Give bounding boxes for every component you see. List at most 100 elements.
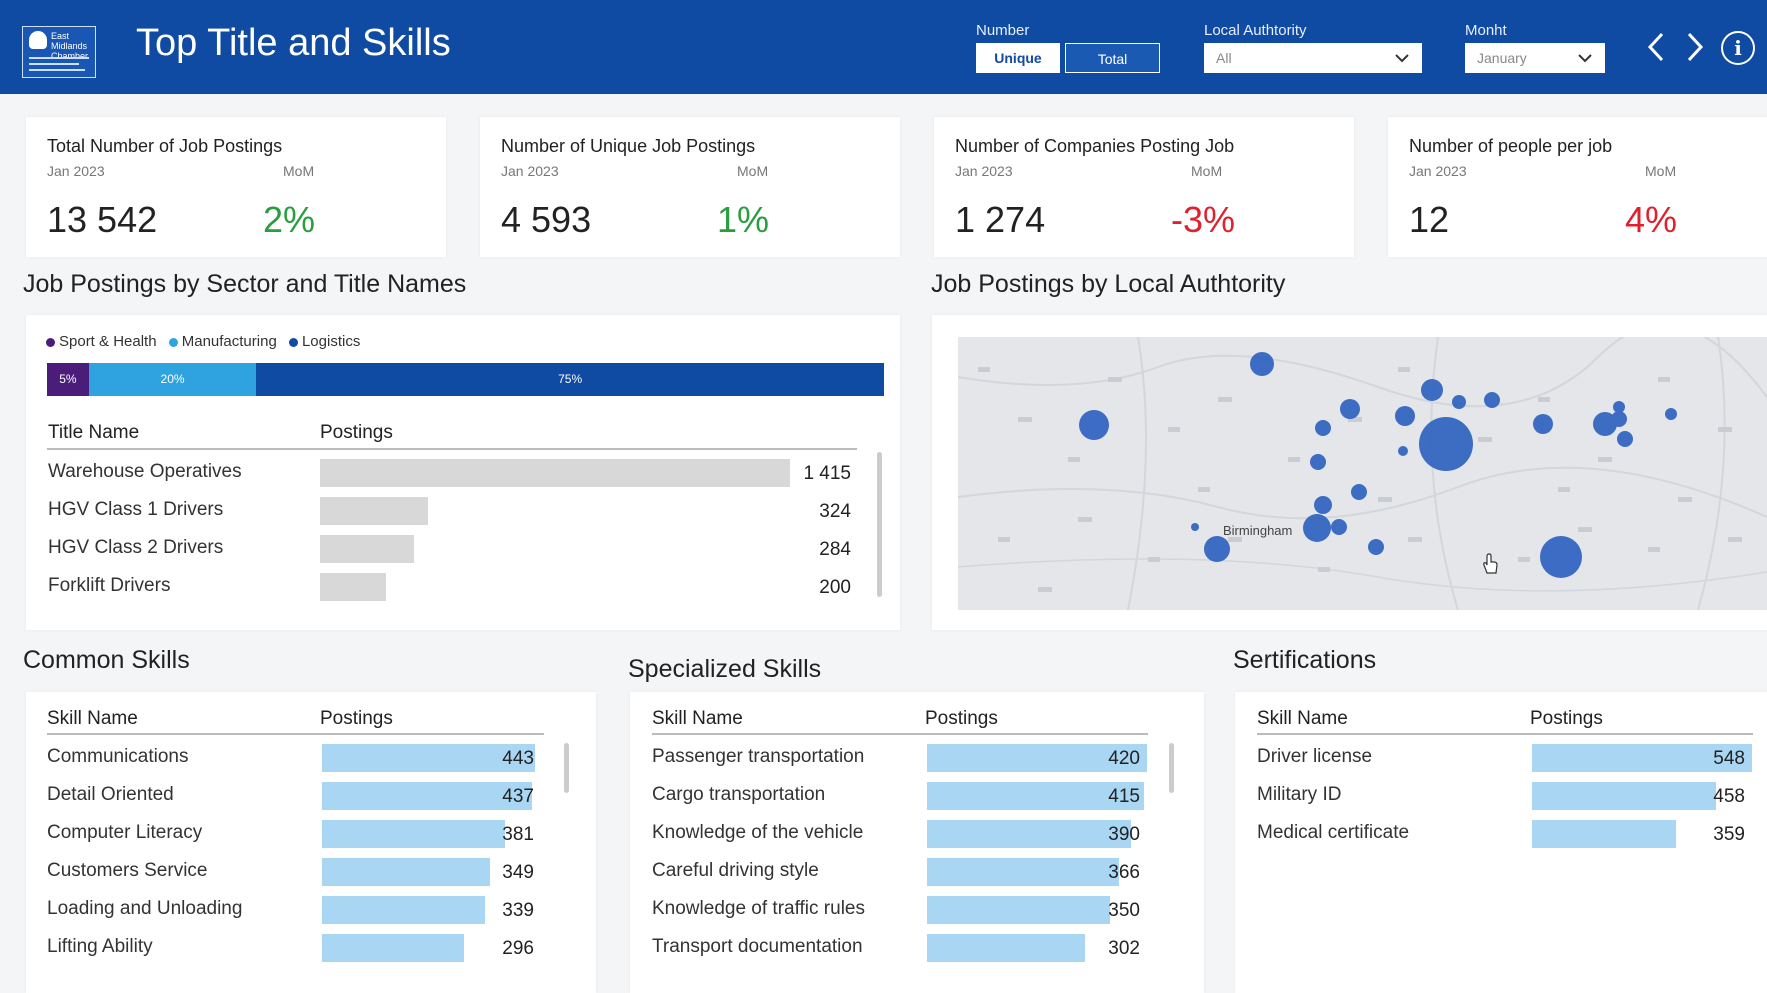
scrollbar[interactable] xyxy=(877,452,882,597)
kpi-value: 12 xyxy=(1409,199,1450,240)
row-label: Cargo transportation xyxy=(652,784,826,805)
chevron-left-icon[interactable] xyxy=(1645,30,1667,70)
kpi-period: Jan 2023 xyxy=(47,163,105,179)
legend-label: Sport & Health xyxy=(59,333,157,350)
postings-header: Postings xyxy=(320,422,393,443)
row-label: Customers Service xyxy=(47,860,208,881)
map-background xyxy=(958,337,1767,610)
row-label: Communications xyxy=(47,746,189,767)
row-bar[interactable] xyxy=(320,497,428,525)
header-bar: East Midlands Chamber Top Title and Skil… xyxy=(0,0,1767,94)
chevron-down-icon xyxy=(1394,43,1410,83)
row-value: 415 xyxy=(1108,786,1140,807)
sector-share-segment[interactable]: 5% xyxy=(47,363,89,396)
row-label: Passenger transportation xyxy=(652,746,865,767)
row-value: 458 xyxy=(1713,786,1745,807)
postings-header: Postings xyxy=(320,708,393,729)
legend-dot xyxy=(168,337,178,347)
total-toggle-button[interactable]: Total xyxy=(1065,43,1160,73)
kpi-mom-label: MoM xyxy=(283,163,315,179)
kpi-card-unique-postings: Number of Unique Job Postings Jan 2023 M… xyxy=(480,117,900,257)
unique-toggle-button[interactable]: Unique xyxy=(976,43,1060,73)
hand-cursor-icon xyxy=(1481,553,1499,580)
scrollbar[interactable] xyxy=(564,743,569,793)
kpi-card-people-per-job: Number of people per job Jan 2023 MoM 12… xyxy=(1388,117,1767,257)
header-divider xyxy=(652,733,1148,735)
row-value: 381 xyxy=(502,824,534,845)
local-authority-value: All xyxy=(1216,50,1232,66)
legend-item[interactable]: Sport & Health xyxy=(46,333,157,350)
kpi-card-total-postings: Total Number of Job Postings Jan 2023 Mo… xyxy=(26,117,446,257)
title-name-header: Title Name xyxy=(48,422,140,443)
legend-item[interactable]: Manufacturing xyxy=(168,333,277,350)
row-value: 339 xyxy=(502,900,534,921)
map-city-label: Birmingham xyxy=(1223,523,1292,538)
row-label: Computer Literacy xyxy=(47,822,203,843)
kpi-card-companies: Number of Companies Posting Job Jan 2023… xyxy=(934,117,1354,257)
row-label: Driver license xyxy=(1257,746,1373,767)
row-label: Medical certificate xyxy=(1257,822,1410,843)
row-value: 1 415 xyxy=(803,463,851,484)
row-bar[interactable] xyxy=(927,934,1086,962)
kpi-period: Jan 2023 xyxy=(501,163,559,179)
kpi-mom-value: -3% xyxy=(1171,199,1236,240)
header-divider xyxy=(47,448,857,450)
row-label: HGV Class 1 Drivers xyxy=(48,499,224,520)
logo-line xyxy=(29,57,89,59)
kpi-title: Number of people per job xyxy=(1409,136,1613,156)
sector-legend: Sport & Health Manufacturing Logistics xyxy=(46,333,368,350)
kpi-period: Jan 2023 xyxy=(1409,163,1467,179)
row-value: 349 xyxy=(502,862,534,883)
row-bar[interactable] xyxy=(1532,820,1677,848)
row-value: 443 xyxy=(502,748,534,769)
row-value: 390 xyxy=(1108,824,1140,845)
row-label: Careful driving style xyxy=(652,860,819,881)
info-icon[interactable]: i xyxy=(1721,31,1755,65)
sector-section-title: Job Postings by Sector and Title Names xyxy=(23,270,467,298)
row-label: Knowledge of traffic rules xyxy=(652,898,865,919)
sector-share-segment[interactable]: 20% xyxy=(88,363,257,396)
local-authority-map[interactable]: Birmingham xyxy=(958,337,1767,610)
legend-item[interactable]: Logistics xyxy=(288,333,360,350)
row-bar[interactable] xyxy=(320,535,415,563)
legend-label: Manufacturing xyxy=(181,333,277,350)
row-bar[interactable] xyxy=(322,934,465,962)
row-value: 350 xyxy=(1108,900,1140,921)
sector-stacked-bar: 5% 20% 75% xyxy=(47,363,884,396)
kpi-period: Jan 2023 xyxy=(955,163,1013,179)
kpi-title: Number of Unique Job Postings xyxy=(501,136,756,156)
chevron-right-icon[interactable] xyxy=(1684,30,1706,70)
postings-header: Postings xyxy=(1530,708,1603,729)
chamber-logo: East Midlands Chamber xyxy=(22,26,96,78)
map-svg: Birmingham xyxy=(958,337,1767,610)
kpi-mom-label: MoM xyxy=(737,163,769,179)
row-label: Warehouse Operatives xyxy=(48,461,242,482)
certifications-title: Sertifications xyxy=(1233,646,1377,674)
row-value: 420 xyxy=(1108,748,1140,769)
row-label: Detail Oriented xyxy=(47,784,174,805)
row-label: Knowledge of the vehicle xyxy=(652,822,864,843)
number-label: Number xyxy=(976,22,1030,39)
row-label: Forklift Drivers xyxy=(48,575,171,596)
row-label: HGV Class 2 Drivers xyxy=(48,537,224,558)
legend-dot xyxy=(46,337,55,347)
scrollbar[interactable] xyxy=(1169,743,1174,793)
row-bar[interactable] xyxy=(320,573,387,601)
sector-share-segment[interactable]: 75% xyxy=(256,363,884,396)
row-value: 548 xyxy=(1713,748,1745,769)
local-authority-dropdown[interactable]: All xyxy=(1204,43,1422,73)
row-bar[interactable] xyxy=(322,896,485,924)
specialized-skills-title: Specialized Skills xyxy=(628,655,822,683)
skill-name-header: Skill Name xyxy=(652,708,743,729)
kpi-mom-value: 4% xyxy=(1625,199,1678,240)
row-label: Lifting Ability xyxy=(47,936,153,957)
postings-header: Postings xyxy=(925,708,998,729)
row-bar[interactable] xyxy=(322,858,490,886)
legend-dot xyxy=(288,337,298,347)
row-bar[interactable] xyxy=(320,459,790,487)
kpi-mom-label: MoM xyxy=(1645,163,1677,179)
logo-line xyxy=(29,69,85,71)
month-dropdown[interactable]: January xyxy=(1465,43,1605,73)
row-value: 302 xyxy=(1108,938,1140,959)
kpi-mom-label: MoM xyxy=(1191,163,1223,179)
